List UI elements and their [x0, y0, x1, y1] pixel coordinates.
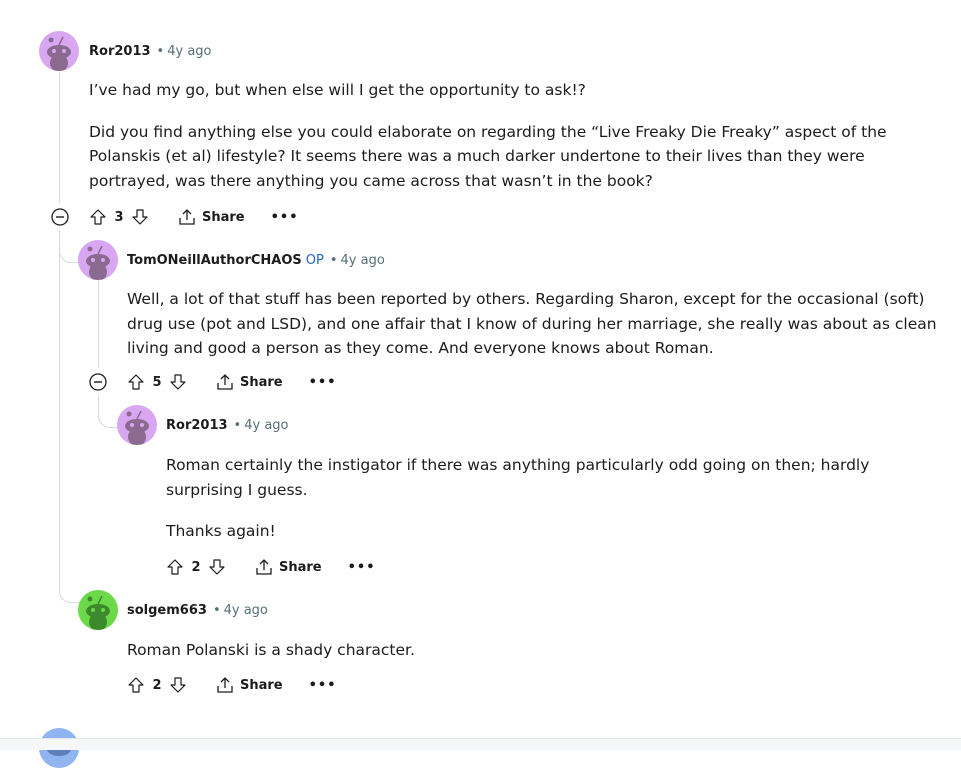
op-badge: OP — [305, 253, 324, 268]
author-link[interactable]: TomONeillAuthorCHAOS — [127, 253, 302, 268]
comment-actions: 2 Share ••• — [163, 555, 376, 579]
thread-line-root-lower — [59, 230, 60, 570]
separator-dot: • — [156, 44, 165, 59]
timestamp[interactable]: 4y ago — [167, 44, 211, 59]
comment-body: Roman certainly the instigator if there … — [166, 453, 941, 561]
downvote-button[interactable] — [205, 555, 229, 579]
collapse-minus-icon — [51, 208, 69, 226]
author-link[interactable]: Ror2013 — [89, 44, 151, 59]
share-label: Share — [202, 209, 245, 225]
comment-actions: 5 Share ••• — [124, 370, 337, 394]
comment-meta: TomONeillAuthorCHAOS OP • 4y ago — [127, 252, 385, 270]
upvote-arrow-icon — [128, 677, 144, 693]
timestamp[interactable]: 4y ago — [341, 253, 385, 268]
more-options-button[interactable]: ••• — [348, 560, 376, 575]
comment-paragraph: I’ve had my go, but when else will I get… — [89, 81, 586, 99]
snoo-avatar-icon — [39, 31, 79, 71]
comment-paragraph: Roman Polanski is a shady character. — [127, 641, 415, 659]
share-button[interactable]: Share — [255, 558, 322, 576]
separator-dot: • — [212, 603, 221, 618]
more-options-button[interactable]: ••• — [271, 210, 299, 225]
author-link[interactable]: Ror2013 — [166, 418, 228, 433]
snoo-avatar-icon — [78, 590, 118, 630]
separator-dot: • — [329, 253, 338, 268]
comment-paragraph: Roman certainly the instigator if there … — [166, 456, 870, 499]
collapse-thread-button[interactable] — [48, 205, 72, 229]
upvote-button[interactable] — [163, 555, 187, 579]
share-button[interactable]: Share — [216, 676, 283, 694]
downvote-button[interactable] — [128, 205, 152, 229]
timestamp[interactable]: 4y ago — [244, 418, 288, 433]
snoo-avatar-icon — [117, 405, 157, 445]
comment-meta: solgem663 • 4y ago — [127, 602, 268, 620]
share-button[interactable]: Share — [216, 373, 283, 391]
collapse-thread-button[interactable] — [86, 370, 110, 394]
share-icon — [256, 559, 272, 575]
author-link[interactable]: solgem663 — [127, 603, 207, 618]
avatar[interactable] — [78, 240, 118, 280]
comment-meta: Ror2013 • 4y ago — [166, 417, 289, 435]
share-label: Share — [279, 559, 322, 575]
vote-count: 2 — [152, 677, 162, 693]
downvote-arrow-icon — [170, 374, 186, 390]
share-label: Share — [240, 374, 283, 390]
comment-paragraph: Thanks again! — [166, 522, 276, 540]
comment-paragraph: Did you find anything else you could ela… — [89, 122, 887, 190]
vote-count: 2 — [191, 559, 201, 575]
comment-actions: 3 Share ••• — [86, 205, 299, 229]
vote-count: 3 — [114, 209, 124, 225]
downvote-button[interactable] — [166, 370, 190, 394]
collapse-minus-icon — [89, 373, 107, 391]
thread-branch-reply-2 — [98, 395, 119, 428]
separator-dot: • — [233, 418, 242, 433]
thread-line-root — [59, 72, 60, 203]
comment-actions: 2 Share ••• — [124, 673, 337, 697]
downvote-arrow-icon — [132, 209, 148, 225]
bottom-bar — [0, 738, 961, 750]
upvote-arrow-icon — [128, 374, 144, 390]
upvote-button[interactable] — [124, 673, 148, 697]
thread-branch-reply-1 — [59, 230, 80, 263]
avatar[interactable] — [78, 590, 118, 630]
downvote-arrow-icon — [209, 559, 225, 575]
share-icon — [217, 374, 233, 390]
comment-meta: Ror2013 • 4y ago — [89, 43, 212, 61]
upvote-arrow-icon — [90, 209, 106, 225]
more-options-button[interactable]: ••• — [309, 678, 337, 693]
share-label: Share — [240, 677, 283, 693]
upvote-arrow-icon — [167, 559, 183, 575]
comment-paragraph: Well, a lot of that stuff has been repor… — [127, 290, 937, 357]
comment-body: Well, a lot of that stuff has been repor… — [127, 287, 942, 378]
downvote-button[interactable] — [166, 673, 190, 697]
share-icon — [179, 209, 195, 225]
upvote-button[interactable] — [86, 205, 110, 229]
more-options-button[interactable]: ••• — [309, 375, 337, 390]
downvote-arrow-icon — [170, 677, 186, 693]
vote-count: 5 — [152, 374, 162, 390]
thread-line-reply-1 — [98, 280, 99, 368]
timestamp[interactable]: 4y ago — [224, 603, 268, 618]
thread-branch-reply-3 — [59, 570, 80, 603]
snoo-avatar-icon — [78, 240, 118, 280]
avatar[interactable] — [39, 31, 79, 71]
comment-body: I’ve had my go, but when else will I get… — [89, 78, 939, 210]
upvote-button[interactable] — [124, 370, 148, 394]
share-icon — [217, 677, 233, 693]
avatar[interactable] — [117, 405, 157, 445]
share-button[interactable]: Share — [178, 208, 245, 226]
